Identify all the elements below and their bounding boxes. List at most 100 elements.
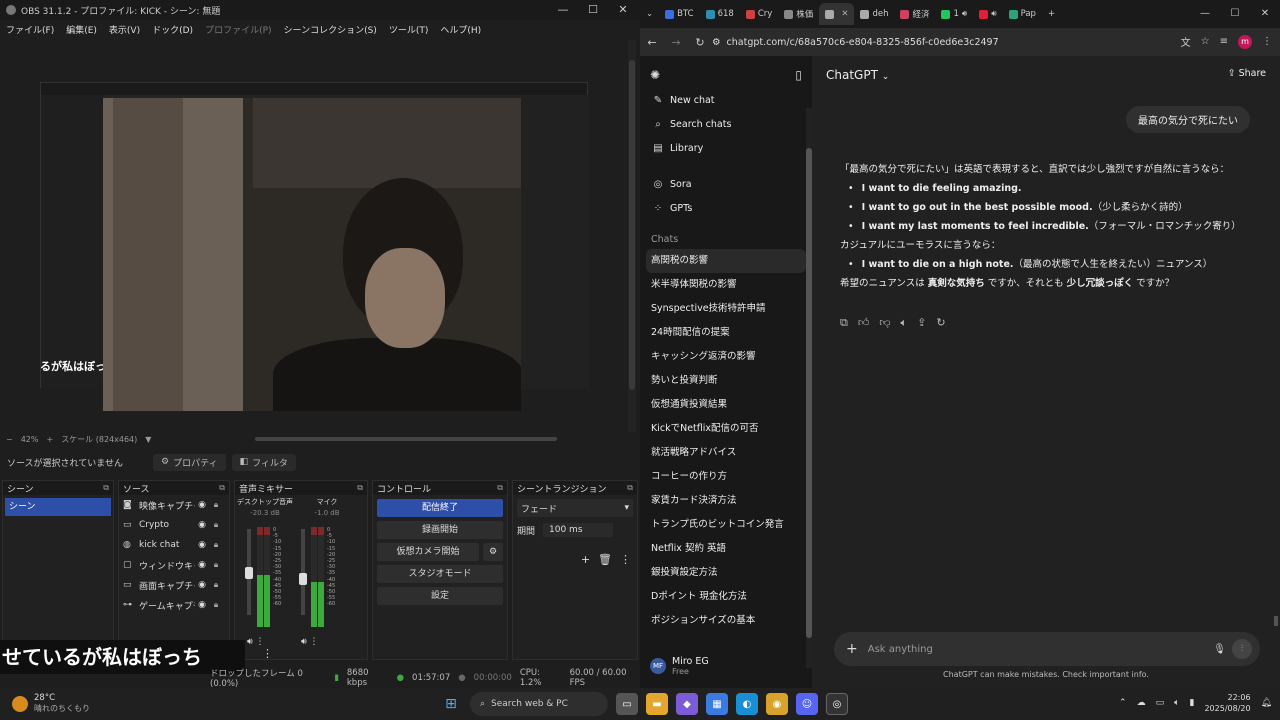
composer-placeholder[interactable]: Ask anything (868, 644, 933, 655)
volume-slider[interactable] (301, 529, 305, 615)
user-profile[interactable]: MF Miro EG Free (650, 656, 709, 676)
scene-item[interactable]: シーン (5, 498, 111, 516)
network-icon[interactable]: ▭ (1156, 698, 1165, 708)
notification-icon[interactable]: 🔔︎ (1261, 698, 1272, 708)
chat-item[interactable]: トランプ氏のビットコイン発言 (640, 513, 812, 537)
menu-view[interactable]: 表示(V) (103, 23, 146, 36)
file-explorer-icon[interactable]: ▬ (646, 693, 668, 715)
chat-item[interactable]: 就活戦略アドバイス (640, 441, 812, 465)
chat-item[interactable]: Dポイント 現金化方法 (640, 585, 812, 609)
speaker-icon[interactable]: 🔊︎ (247, 637, 253, 647)
properties-button[interactable]: ⚙ プロパティ (153, 453, 226, 471)
lock-icon[interactable]: 🔒︎ (209, 520, 223, 530)
menu-scene-collection[interactable]: シーンコレクション(S) (278, 23, 383, 36)
lock-icon[interactable]: 🔒︎ (209, 580, 223, 590)
tab-list-button[interactable]: ⌄ (640, 3, 659, 25)
sidebar-library[interactable]: ▤ Library (640, 136, 812, 160)
chat-item[interactable]: 米半導体関税の影響 (640, 273, 812, 297)
tab-pap[interactable]: Pap (1003, 3, 1042, 25)
chat-item[interactable]: ポジションサイズの基本 (640, 609, 812, 633)
minimize-button[interactable]: — (1190, 0, 1220, 28)
composer[interactable]: + Ask anything 🎙︎ ⫶ (834, 632, 1260, 666)
tab-stock[interactable]: 株価 (778, 3, 819, 25)
start-recording-button[interactable]: 録画開始 (377, 521, 503, 539)
dock-menu-icon[interactable]: ⧉ (627, 483, 633, 493)
menu-file[interactable]: ファイル(F) (0, 23, 60, 36)
audio-icon[interactable]: 🔊︎ (962, 9, 967, 19)
new-tab-button[interactable]: + (1042, 3, 1061, 25)
main-scrollbar[interactable] (1274, 616, 1278, 626)
chat-item[interactable]: 仮想通貨投資結果 (640, 393, 812, 417)
dock-menu-icon[interactable]: ⧉ (497, 483, 503, 493)
chat-item[interactable]: Synspective技術特許申請 (640, 297, 812, 321)
menu-dock[interactable]: ドック(D) (146, 23, 199, 36)
eye-icon[interactable]: ◉ (195, 560, 209, 570)
eye-icon[interactable]: ◉ (195, 520, 209, 530)
lock-icon[interactable]: 🔒︎ (209, 560, 223, 570)
share-button[interactable]: ⇪ Share (1228, 68, 1266, 79)
store-icon[interactable]: ▦ (706, 693, 728, 715)
chat-item[interactable]: 家賃カード決済方法 (640, 489, 812, 513)
forward-arrow-icon[interactable]: → (664, 36, 688, 49)
menu-help[interactable]: ヘルプ(H) (434, 23, 487, 36)
tab-youtube[interactable]: 🔊︎ (973, 3, 1002, 25)
clock[interactable]: 22:06 2025/08/20 (1204, 692, 1250, 714)
minimize-button[interactable]: — (548, 0, 578, 20)
volume-knob[interactable] (245, 567, 253, 580)
speaker-icon[interactable]: 🔈︎ (1174, 698, 1179, 708)
sidebar-new-chat[interactable]: ✎ New chat (640, 88, 812, 112)
maximize-button[interactable]: ☐ (578, 0, 608, 20)
dock-menu-icon[interactable]: ⧉ (103, 483, 109, 493)
studio-mode-button[interactable]: スタジオモード (377, 565, 503, 583)
sidebar-sora[interactable]: ◎ Sora (640, 172, 812, 196)
sidebar-gpts[interactable]: ⁘ GPTs (640, 196, 812, 220)
lock-icon[interactable]: 🔒︎ (209, 500, 223, 510)
taskbar-search[interactable]: ⌕ Search web & PC (470, 692, 608, 716)
stop-streaming-button[interactable]: 配信終了 (377, 499, 503, 517)
chrome-icon[interactable]: ◉ (766, 693, 788, 715)
task-view-icon[interactable]: ▭ (616, 693, 638, 715)
volume-knob[interactable] (299, 573, 307, 585)
eye-icon[interactable]: ◉ (195, 600, 209, 610)
close-button[interactable]: ✕ (608, 0, 638, 20)
eye-icon[interactable]: ◉ (195, 540, 209, 550)
menu-edit[interactable]: 編集(E) (60, 23, 103, 36)
more-options-icon[interactable]: ⋮ (310, 637, 319, 647)
dock-menu-icon[interactable]: ⧉ (219, 483, 225, 493)
copilot-icon[interactable]: ◆ (676, 693, 698, 715)
source-row-kick-chat[interactable]: ◍ kick chat ◉ 🔒︎ (119, 535, 229, 555)
source-row-video-capture[interactable]: ◙ 映像キャプチャデ◉🔒︎ (119, 495, 229, 515)
dock-menu-icon[interactable]: ⧉ (357, 483, 363, 493)
windows-start-icon[interactable]: ⊞ (440, 693, 462, 715)
profile-avatar[interactable]: m (1238, 34, 1252, 49)
transition-select[interactable]: フェード ▾ (517, 499, 633, 517)
source-row-screen-capture[interactable]: ▭ 画面キャプチャ◉🔒︎ (119, 575, 229, 595)
openai-logo-icon[interactable]: ✺ (650, 68, 660, 82)
translate-icon[interactable]: 文 (1181, 34, 1191, 49)
obs-icon[interactable]: ◎ (826, 693, 848, 715)
preview-horizontal-scrollbar[interactable] (255, 437, 557, 441)
back-arrow-icon[interactable]: ← (640, 36, 664, 49)
more-options-icon[interactable]: ⋮ (262, 647, 273, 660)
reading-list-icon[interactable]: ≡ (1220, 36, 1228, 47)
duration-input[interactable]: 100 ms (543, 523, 614, 537)
share-icon[interactable]: ⇪ (917, 316, 926, 330)
chat-item[interactable]: 24時間配信の提案 (640, 321, 812, 345)
source-row-game-capture[interactable]: ⊶ ゲームキャプチャ◉🔒︎ (119, 595, 229, 615)
lock-icon[interactable]: 🔒︎ (209, 600, 223, 610)
settings-button[interactable]: 設定 (377, 587, 503, 605)
read-aloud-icon[interactable]: 🔈︎ (901, 316, 908, 330)
thumbs-up-icon[interactable]: 👍︎ (858, 316, 870, 330)
tab-deh[interactable]: deh (854, 3, 894, 25)
audio-icon[interactable]: 🔊︎ (991, 9, 996, 19)
thumbs-down-icon[interactable]: 👎︎ (879, 316, 890, 330)
start-virtual-camera-button[interactable]: 仮想カメラ開始 (377, 543, 479, 561)
close-button[interactable]: ✕ (1250, 0, 1280, 28)
chat-item[interactable]: 銀投資設定方法 (640, 561, 812, 585)
speaker-icon[interactable]: 🔊︎ (301, 637, 307, 647)
trash-icon[interactable]: 🗑︎ (598, 553, 612, 566)
tab-kick[interactable]: 1 🔊︎ (935, 3, 973, 25)
onedrive-icon[interactable]: ☁ (1137, 698, 1146, 708)
maximize-button[interactable]: ☐ (1220, 0, 1250, 28)
lock-icon[interactable]: 🔒︎ (209, 540, 223, 550)
